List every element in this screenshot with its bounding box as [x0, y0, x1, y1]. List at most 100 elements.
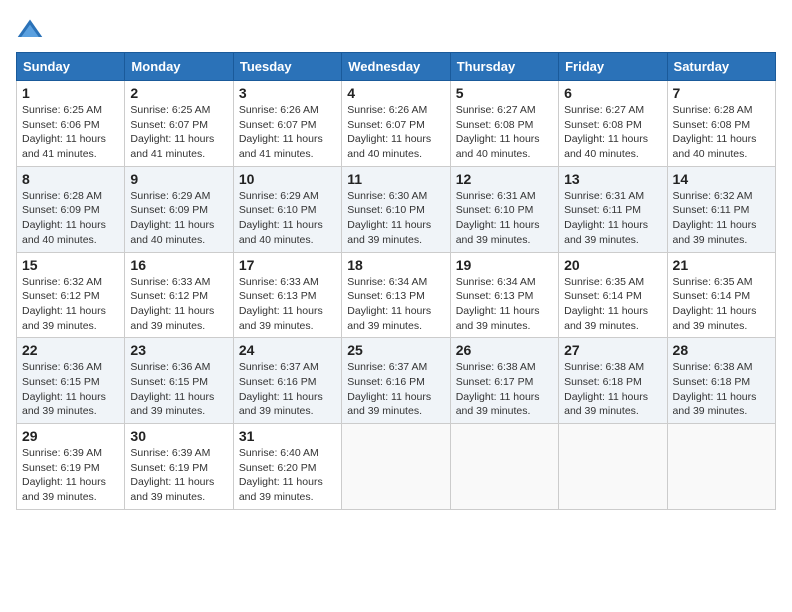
day-detail: Sunrise: 6:37 AMSunset: 6:16 PMDaylight:…: [347, 360, 444, 419]
calendar-cell: 16 Sunrise: 6:33 AMSunset: 6:12 PMDayligh…: [125, 252, 233, 338]
header-friday: Friday: [559, 53, 667, 81]
calendar-cell: 8 Sunrise: 6:28 AMSunset: 6:09 PMDaylight…: [17, 166, 125, 252]
header-sunday: Sunday: [17, 53, 125, 81]
day-detail: Sunrise: 6:31 AMSunset: 6:10 PMDaylight:…: [456, 189, 553, 248]
calendar-cell: 11 Sunrise: 6:30 AMSunset: 6:10 PMDayligh…: [342, 166, 450, 252]
calendar-cell: 15Sunrise: 6:32 AMSunset: 6:12 PMDayligh…: [17, 252, 125, 338]
day-number: 1: [22, 85, 119, 101]
day-number: 8: [22, 171, 119, 187]
calendar-week-2: 8 Sunrise: 6:28 AMSunset: 6:09 PMDaylight…: [17, 166, 776, 252]
day-detail: Sunrise: 6:26 AMSunset: 6:07 PMDaylight:…: [347, 103, 444, 162]
day-number: 10: [239, 171, 336, 187]
calendar-cell: 19 Sunrise: 6:34 AMSunset: 6:13 PMDayligh…: [450, 252, 558, 338]
calendar-cell: 7 Sunrise: 6:28 AMSunset: 6:08 PMDaylight…: [667, 81, 775, 167]
day-number: 28: [673, 342, 770, 358]
header-saturday: Saturday: [667, 53, 775, 81]
day-number: 26: [456, 342, 553, 358]
day-detail: Sunrise: 6:34 AMSunset: 6:13 PMDaylight:…: [456, 275, 553, 334]
day-number: 29: [22, 428, 119, 444]
calendar-cell: 27 Sunrise: 6:38 AMSunset: 6:18 PMDayligh…: [559, 338, 667, 424]
calendar-cell: 30 Sunrise: 6:39 AMSunset: 6:19 PMDayligh…: [125, 424, 233, 510]
page-header: [16, 16, 776, 44]
day-number: 4: [347, 85, 444, 101]
header-wednesday: Wednesday: [342, 53, 450, 81]
day-detail: Sunrise: 6:26 AMSunset: 6:07 PMDaylight:…: [239, 103, 336, 162]
logo-icon: [16, 16, 44, 44]
day-number: 16: [130, 257, 227, 273]
calendar-week-4: 22 Sunrise: 6:36 AMSunset: 6:15 PMDayligh…: [17, 338, 776, 424]
calendar-cell: 4 Sunrise: 6:26 AMSunset: 6:07 PMDaylight…: [342, 81, 450, 167]
day-number: 31: [239, 428, 336, 444]
day-detail: Sunrise: 6:38 AMSunset: 6:17 PMDaylight:…: [456, 360, 553, 419]
calendar-cell: 5Sunrise: 6:27 AMSunset: 6:08 PMDaylight…: [450, 81, 558, 167]
day-detail: Sunrise: 6:29 AMSunset: 6:10 PMDaylight:…: [239, 189, 336, 248]
day-number: 30: [130, 428, 227, 444]
day-detail: Sunrise: 6:28 AMSunset: 6:09 PMDaylight:…: [22, 189, 119, 248]
header-tuesday: Tuesday: [233, 53, 341, 81]
calendar-cell: 17 Sunrise: 6:33 AMSunset: 6:13 PMDayligh…: [233, 252, 341, 338]
day-detail: Sunrise: 6:25 AMSunset: 6:06 PMDaylight:…: [22, 103, 119, 162]
day-detail: Sunrise: 6:40 AMSunset: 6:20 PMDaylight:…: [239, 446, 336, 505]
day-number: 22: [22, 342, 119, 358]
calendar-cell: 14Sunrise: 6:32 AMSunset: 6:11 PMDayligh…: [667, 166, 775, 252]
calendar-cell: 29 Sunrise: 6:39 AMSunset: 6:19 PMDayligh…: [17, 424, 125, 510]
calendar-cell: [559, 424, 667, 510]
calendar-week-3: 15Sunrise: 6:32 AMSunset: 6:12 PMDayligh…: [17, 252, 776, 338]
logo: [16, 16, 48, 44]
day-detail: Sunrise: 6:34 AMSunset: 6:13 PMDaylight:…: [347, 275, 444, 334]
day-detail: Sunrise: 6:28 AMSunset: 6:08 PMDaylight:…: [673, 103, 770, 162]
day-detail: Sunrise: 6:39 AMSunset: 6:19 PMDaylight:…: [22, 446, 119, 505]
day-detail: Sunrise: 6:33 AMSunset: 6:13 PMDaylight:…: [239, 275, 336, 334]
day-number: 19: [456, 257, 553, 273]
day-detail: Sunrise: 6:36 AMSunset: 6:15 PMDaylight:…: [22, 360, 119, 419]
calendar-cell: 10 Sunrise: 6:29 AMSunset: 6:10 PMDayligh…: [233, 166, 341, 252]
day-detail: Sunrise: 6:27 AMSunset: 6:08 PMDaylight:…: [564, 103, 661, 162]
day-detail: Sunrise: 6:32 AMSunset: 6:12 PMDaylight:…: [22, 275, 119, 334]
day-detail: Sunrise: 6:38 AMSunset: 6:18 PMDaylight:…: [564, 360, 661, 419]
day-detail: Sunrise: 6:29 AMSunset: 6:09 PMDaylight:…: [130, 189, 227, 248]
day-number: 20: [564, 257, 661, 273]
calendar-cell: 2Sunrise: 6:25 AMSunset: 6:07 PMDaylight…: [125, 81, 233, 167]
calendar-cell: 22 Sunrise: 6:36 AMSunset: 6:15 PMDayligh…: [17, 338, 125, 424]
weekday-header-row: Sunday Monday Tuesday Wednesday Thursday…: [17, 53, 776, 81]
day-detail: Sunrise: 6:32 AMSunset: 6:11 PMDaylight:…: [673, 189, 770, 248]
calendar-body: 1 Sunrise: 6:25 AMSunset: 6:06 PMDaylight…: [17, 81, 776, 510]
calendar-cell: 13 Sunrise: 6:31 AMSunset: 6:11 PMDayligh…: [559, 166, 667, 252]
calendar-week-5: 29 Sunrise: 6:39 AMSunset: 6:19 PMDayligh…: [17, 424, 776, 510]
day-number: 12: [456, 171, 553, 187]
day-detail: Sunrise: 6:25 AMSunset: 6:07 PMDaylight:…: [130, 103, 227, 162]
day-detail: Sunrise: 6:37 AMSunset: 6:16 PMDaylight:…: [239, 360, 336, 419]
calendar-cell: [450, 424, 558, 510]
day-number: 7: [673, 85, 770, 101]
day-detail: Sunrise: 6:38 AMSunset: 6:18 PMDaylight:…: [673, 360, 770, 419]
calendar-cell: 12 Sunrise: 6:31 AMSunset: 6:10 PMDayligh…: [450, 166, 558, 252]
calendar-cell: 18Sunrise: 6:34 AMSunset: 6:13 PMDayligh…: [342, 252, 450, 338]
day-number: 11: [347, 171, 444, 187]
calendar-cell: 31 Sunrise: 6:40 AMSunset: 6:20 PMDayligh…: [233, 424, 341, 510]
day-detail: Sunrise: 6:35 AMSunset: 6:14 PMDaylight:…: [564, 275, 661, 334]
calendar-cell: [342, 424, 450, 510]
day-detail: Sunrise: 6:31 AMSunset: 6:11 PMDaylight:…: [564, 189, 661, 248]
calendar-cell: 28 Sunrise: 6:38 AMSunset: 6:18 PMDayligh…: [667, 338, 775, 424]
calendar-cell: 1 Sunrise: 6:25 AMSunset: 6:06 PMDaylight…: [17, 81, 125, 167]
calendar-cell: 23Sunrise: 6:36 AMSunset: 6:15 PMDayligh…: [125, 338, 233, 424]
day-detail: Sunrise: 6:33 AMSunset: 6:12 PMDaylight:…: [130, 275, 227, 334]
day-number: 23: [130, 342, 227, 358]
calendar-cell: 24 Sunrise: 6:37 AMSunset: 6:16 PMDayligh…: [233, 338, 341, 424]
day-number: 5: [456, 85, 553, 101]
day-number: 13: [564, 171, 661, 187]
calendar-table: Sunday Monday Tuesday Wednesday Thursday…: [16, 52, 776, 510]
calendar-cell: 9Sunrise: 6:29 AMSunset: 6:09 PMDaylight…: [125, 166, 233, 252]
day-number: 6: [564, 85, 661, 101]
day-number: 25: [347, 342, 444, 358]
header-thursday: Thursday: [450, 53, 558, 81]
day-number: 21: [673, 257, 770, 273]
day-detail: Sunrise: 6:39 AMSunset: 6:19 PMDaylight:…: [130, 446, 227, 505]
day-number: 27: [564, 342, 661, 358]
day-number: 17: [239, 257, 336, 273]
day-number: 24: [239, 342, 336, 358]
calendar-cell: 20 Sunrise: 6:35 AMSunset: 6:14 PMDayligh…: [559, 252, 667, 338]
calendar-week-1: 1 Sunrise: 6:25 AMSunset: 6:06 PMDaylight…: [17, 81, 776, 167]
day-number: 3: [239, 85, 336, 101]
day-detail: Sunrise: 6:30 AMSunset: 6:10 PMDaylight:…: [347, 189, 444, 248]
